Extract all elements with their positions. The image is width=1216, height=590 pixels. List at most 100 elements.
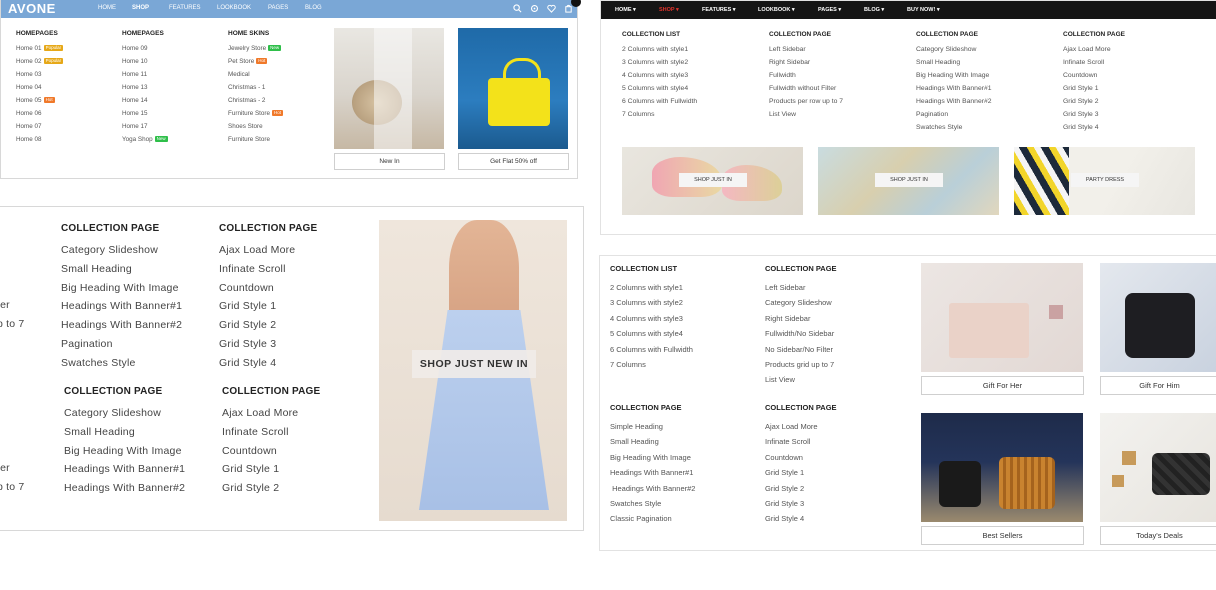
menu-link[interactable]: No Sidebar/No Filter	[765, 345, 833, 354]
menu-link[interactable]: Home 03	[16, 71, 42, 78]
menu-link[interactable]: Grid Style 1	[222, 463, 279, 475]
menu-link[interactable]: Ajax Load More	[1063, 46, 1111, 53]
nav-buy-now[interactable]: BUY NOW! ▾	[907, 7, 940, 13]
menu-link[interactable]: 5 Columns with style4	[622, 85, 688, 92]
menu-link[interactable]: 6 Columns with Fullwidth	[610, 345, 693, 354]
menu-link[interactable]: 3 Columns with style2	[610, 298, 683, 307]
shop-just-new-in-button[interactable]: SHOP JUST NEW IN	[412, 350, 536, 378]
menu-link[interactable]: Home 08	[16, 136, 42, 143]
menu-link[interactable]: Countdown	[222, 445, 277, 457]
menu-link[interactable]: Category Slideshow	[61, 244, 158, 256]
menu-link[interactable]: Products grid up to 7	[765, 360, 834, 369]
menu-link[interactable]: Furniture Store Hot	[228, 110, 284, 117]
menu-link[interactable]: Headings With Banner#1	[916, 85, 992, 92]
menu-link[interactable]: Grid Style 4	[219, 357, 276, 369]
menu-link[interactable]: 7 Columns	[610, 360, 646, 369]
tile-button-todays-deals[interactable]: Today's Deals	[1100, 526, 1216, 545]
menu-link[interactable]: Grid Style 2	[1063, 98, 1099, 105]
menu-link[interactable]: Home 07	[16, 123, 42, 130]
menu-link[interactable]: Home 06	[16, 110, 42, 117]
menu-link[interactable]: Headings With Banner#1	[610, 468, 693, 477]
menu-link[interactable]: Christmas - 1	[228, 84, 265, 91]
menu-link[interactable]: Right Sidebar	[765, 314, 810, 323]
menu-link[interactable]: Headings With Banner#1	[64, 463, 185, 475]
menu-link[interactable]: Big Heading With Image	[916, 72, 989, 79]
menu-link[interactable]: 3 Columns with style2	[622, 59, 688, 66]
menu-link[interactable]: Home 01 Popular	[16, 45, 64, 52]
menu-link[interactable]: 6 Columns with Fullwidth	[622, 98, 697, 105]
nav-features[interactable]: FEATURES	[169, 5, 201, 11]
menu-link[interactable]: Medical	[228, 71, 250, 78]
menu-link[interactable]: Christmas - 2	[228, 97, 265, 104]
nav-lookbook[interactable]: LOOKBOOK ▾	[758, 7, 795, 13]
menu-link[interactable]: Home 15	[122, 110, 148, 117]
tile-image-gift-her[interactable]	[921, 263, 1083, 372]
menu-link[interactable]: Swatches Style	[916, 124, 962, 131]
shop-just-in-button[interactable]: SHOP JUST IN	[875, 173, 943, 187]
menu-link[interactable]: Products per row up to 7	[769, 98, 843, 105]
heart-icon[interactable]	[547, 4, 556, 13]
menu-link[interactable]: Category Slideshow	[916, 46, 976, 53]
menu-link[interactable]: Fullwidth/No Sidebar	[765, 329, 834, 338]
menu-link[interactable]: Grid Style 3	[219, 338, 276, 350]
promo-button-new-in[interactable]: New In	[334, 153, 445, 170]
menu-link[interactable]: Small Heading	[64, 426, 135, 438]
menu-link[interactable]: Countdown	[765, 453, 803, 462]
tile-button-gift-him[interactable]: Gift For Him	[1100, 376, 1216, 395]
menu-link[interactable]: Headings With Banner#2	[610, 484, 695, 493]
menu-link[interactable]: Grid Style 2	[222, 482, 279, 494]
shop-just-in-button[interactable]: SHOP JUST IN	[679, 173, 747, 187]
menu-link[interactable]: Grid Style 3	[765, 499, 804, 508]
brand-logo[interactable]: AVONE	[8, 1, 56, 16]
nav-features[interactable]: FEATURES ▾	[702, 7, 736, 13]
menu-link[interactable]: 2 Columns with style1	[622, 46, 688, 53]
menu-link[interactable]: Pagination	[916, 111, 948, 118]
menu-link[interactable]: Home 05 Hot	[16, 97, 55, 104]
menu-link[interactable]: Ajax Load More	[219, 244, 295, 256]
tile-button-gift-her[interactable]: Gift For Her	[921, 376, 1084, 395]
menu-link[interactable]: Infinate Scroll	[765, 437, 810, 446]
menu-link[interactable]: Grid Style 4	[1063, 124, 1099, 131]
nav-pages[interactable]: PAGES	[268, 5, 288, 11]
menu-link[interactable]: Left Sidebar	[769, 46, 806, 53]
clipped-menu-link[interactable]: ter	[0, 299, 10, 311]
menu-link[interactable]: Grid Style 2	[765, 484, 804, 493]
menu-link[interactable]: Shoes Store	[228, 123, 263, 130]
menu-link[interactable]: List View	[769, 111, 796, 118]
nav-blog[interactable]: BLOG	[305, 5, 322, 11]
menu-link[interactable]: Small Heading	[610, 437, 659, 446]
tile-image-best-sellers[interactable]	[921, 413, 1083, 522]
menu-link[interactable]: Grid Style 1	[765, 468, 804, 477]
menu-link[interactable]: 7 Columns	[622, 111, 655, 118]
nav-shop-active[interactable]: SHOP ▾	[659, 7, 679, 13]
tile-image-gift-him[interactable]	[1100, 263, 1216, 372]
clipped-menu-link[interactable]: p to 7	[0, 481, 24, 493]
nav-home[interactable]: HOME	[98, 5, 116, 11]
banner-sneakers[interactable]: SHOP JUST IN	[622, 147, 803, 215]
menu-link[interactable]: Headings With Banner#2	[61, 319, 182, 331]
menu-link[interactable]: Headings With Banner#2	[64, 482, 185, 494]
menu-link[interactable]: Home 13	[122, 84, 148, 91]
menu-link[interactable]: Classic Pagination	[610, 514, 672, 523]
nav-home[interactable]: HOME ▾	[615, 7, 636, 13]
menu-link[interactable]: Grid Style 1	[219, 300, 276, 312]
menu-link[interactable]: 4 Columns with style3	[610, 314, 683, 323]
menu-link[interactable]: Grid Style 1	[1063, 85, 1099, 92]
gear-icon[interactable]	[530, 4, 539, 13]
promo-image-flat-off[interactable]	[458, 28, 568, 149]
menu-link[interactable]: 4 Columns with style3	[622, 72, 688, 79]
banner-floral[interactable]: SHOP JUST IN	[818, 147, 999, 215]
menu-link[interactable]: Simple Heading	[610, 422, 663, 431]
menu-link[interactable]: 5 Columns with style4	[610, 329, 683, 338]
banner-party-dress[interactable]: PARTY DRESS	[1014, 147, 1195, 215]
menu-link[interactable]: Jewelry Store New	[228, 45, 282, 52]
menu-link[interactable]: Big Heading With Image	[64, 445, 182, 457]
menu-link[interactable]: Headings With Banner#2	[916, 98, 992, 105]
menu-link[interactable]: Big Heading With Image	[610, 453, 691, 462]
menu-link[interactable]: Pet Store Hot	[228, 58, 268, 65]
menu-link[interactable]: Furniture Store	[228, 136, 270, 143]
menu-link[interactable]: 2 Columns with style1	[610, 283, 683, 292]
clipped-menu-link[interactable]: p to 7	[0, 318, 24, 330]
menu-link[interactable]: Countdown	[219, 282, 274, 294]
menu-link[interactable]: Headings With Banner#1	[61, 300, 182, 312]
